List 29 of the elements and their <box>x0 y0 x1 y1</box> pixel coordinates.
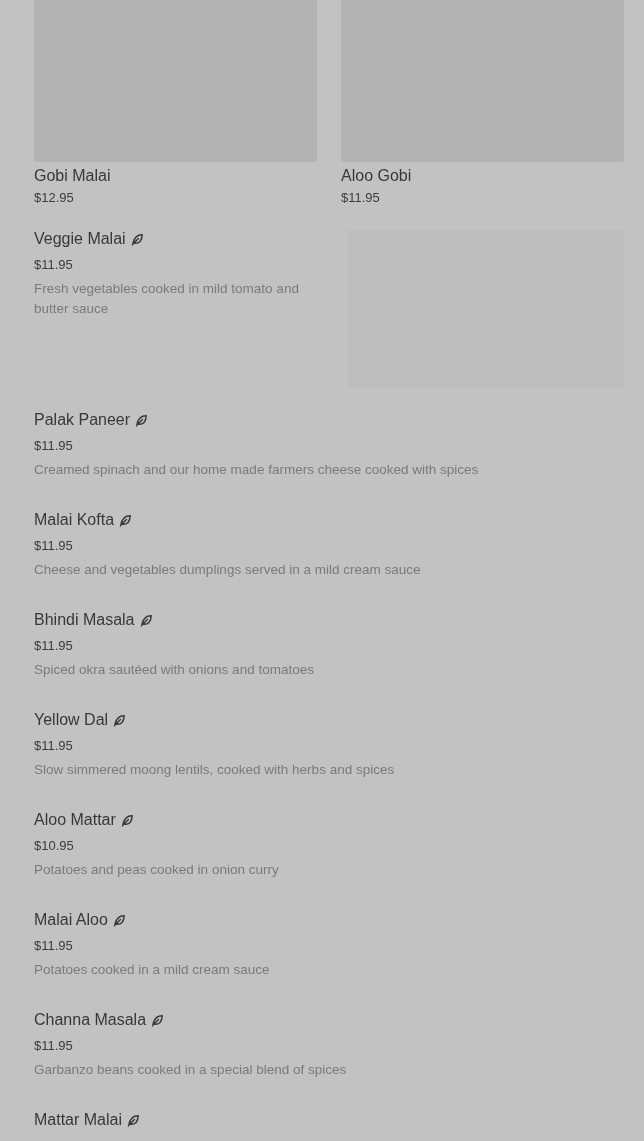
dish-price: $11.95 <box>34 537 74 555</box>
dish-name[interactable]: Veggie Malai <box>34 229 126 249</box>
dish-price: $11.95 <box>34 637 74 655</box>
dish-price: $12.95 <box>34 189 75 207</box>
dish-name[interactable]: Palak Paneer <box>34 410 131 430</box>
dish-description: Cheese and vegetables dumplings served in a mild cream sauce <box>34 561 422 579</box>
dish-description: Potatoes cooked in a mild cream sauce <box>34 961 271 979</box>
dish-description: Potatoes and peas cooked in onion curry <box>34 861 280 879</box>
dish-price: $10.95 <box>34 837 75 855</box>
dish-name[interactable]: Channa Masala <box>34 1010 147 1030</box>
dish-name[interactable]: Gobi Malai <box>34 166 317 186</box>
dish-price: $11.95 <box>34 437 74 455</box>
dish-description: Spiced okra sautéed with onions and tomatoes <box>34 661 315 679</box>
dish-description: Fresh vegetables cooked in mild tomato and butter sauce <box>34 280 300 318</box>
dish-price: $11.95 <box>341 189 381 207</box>
dish-name[interactable]: Aloo Mattar <box>34 810 116 830</box>
dish-name[interactable]: Mattar Malai <box>34 1110 123 1130</box>
dish-price: $11.95 <box>34 256 74 274</box>
dish-price: $11.95 <box>34 1037 74 1055</box>
dish-description: Creamed spinach and our home made farmers cheese cooked with spices <box>34 461 480 479</box>
dish-price: $11.95 <box>34 937 74 955</box>
dish-description: Garbanzo beans cooked in a special blend of spices <box>34 1061 348 1079</box>
dish-price: $11.95 <box>34 737 74 755</box>
dish-name[interactable]: Yellow Dal <box>34 710 109 730</box>
dish-name[interactable]: Malai Kofta <box>34 510 115 530</box>
dish-name[interactable]: Aloo Gobi <box>341 166 624 186</box>
dish-name[interactable]: Bhindi Masala <box>34 610 135 630</box>
dish-description: Slow simmered moong lentils, cooked with herbs and spices <box>34 761 396 779</box>
dish-name[interactable]: Malai Aloo <box>34 910 108 930</box>
